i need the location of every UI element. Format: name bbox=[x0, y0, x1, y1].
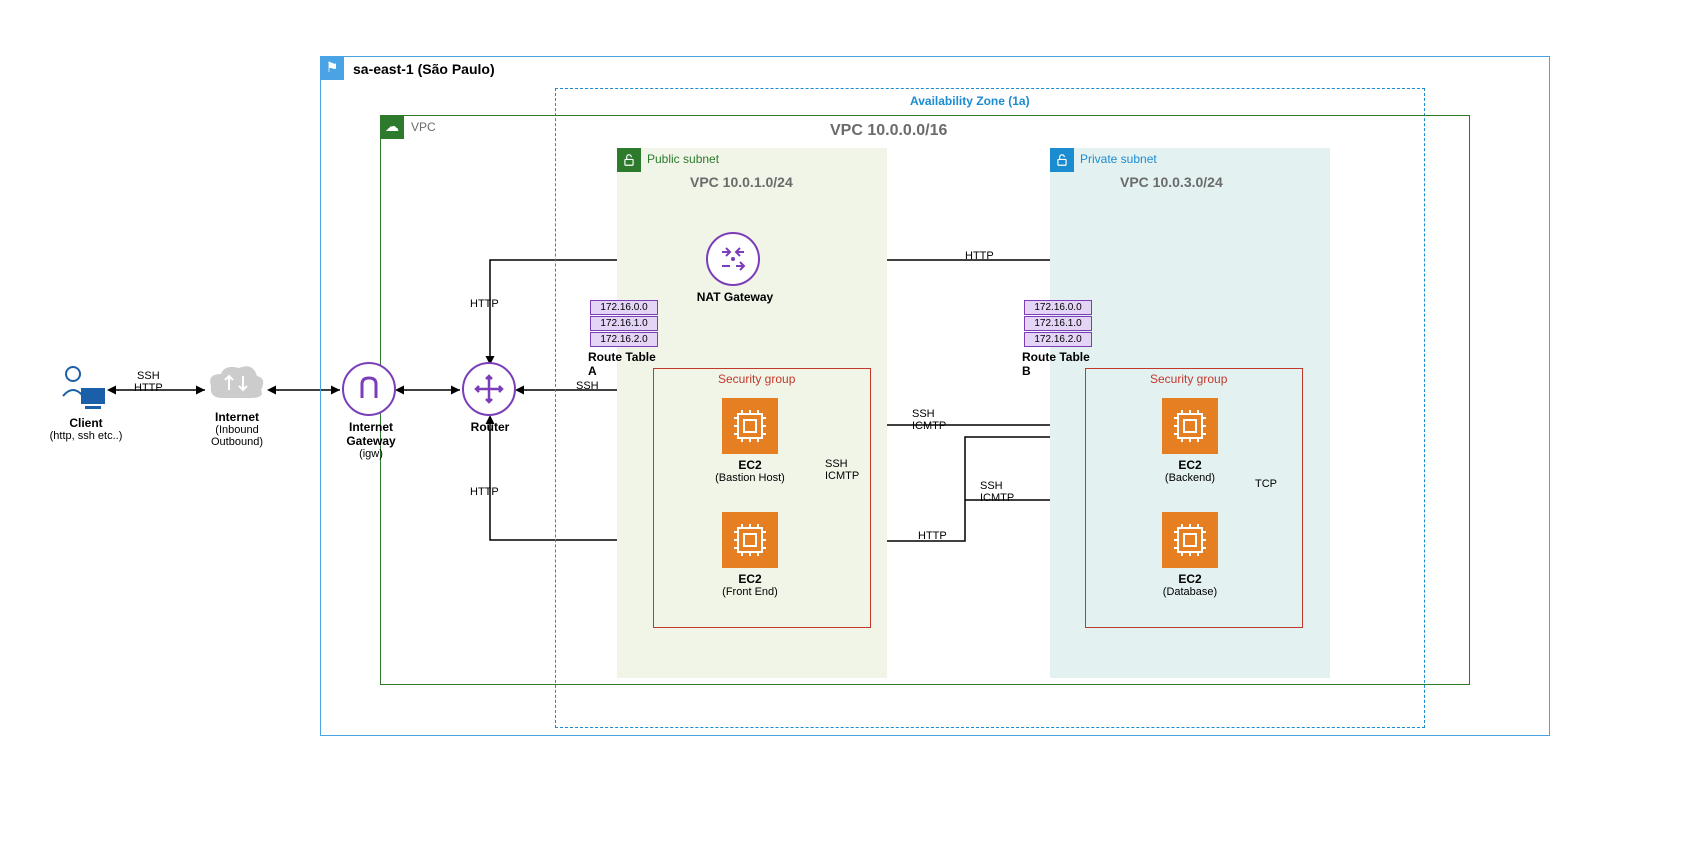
route-table-a: 172.16.0.0 172.16.1.0 172.16.2.0 bbox=[590, 300, 658, 348]
nat-node bbox=[706, 232, 760, 286]
public-sg-label: Security group bbox=[718, 372, 795, 386]
igw-label-3: (igw) bbox=[336, 448, 406, 460]
ec2-icon bbox=[730, 406, 770, 446]
internet-label-3: Outbound) bbox=[202, 436, 272, 448]
edge-http-bot: HTTP bbox=[470, 486, 499, 498]
ec2-backend-l1: EC2 bbox=[1150, 458, 1230, 472]
nat-icon bbox=[716, 242, 750, 276]
nat-label: NAT Gateway bbox=[690, 290, 780, 304]
rt-a-entry-2: 172.16.2.0 bbox=[590, 332, 658, 347]
private-subnet-cidr: VPC 10.0.3.0/24 bbox=[1120, 174, 1223, 190]
ec2-icon bbox=[730, 520, 770, 560]
edge-backend-db: TCP bbox=[1255, 478, 1277, 490]
igw-label-1: Internet bbox=[336, 420, 406, 434]
ec2-database-l2: (Database) bbox=[1140, 586, 1240, 598]
ec2-icon bbox=[1170, 520, 1210, 560]
rt-b-entry-2: 172.16.2.0 bbox=[1024, 332, 1092, 347]
ec2-backend-node bbox=[1162, 398, 1218, 454]
region-title: sa-east-1 (São Paulo) bbox=[353, 61, 495, 77]
az-title: Availability Zone (1a) bbox=[910, 94, 1030, 108]
edge-client-internet: SSH HTTP bbox=[134, 370, 163, 394]
rt-b-entry-0: 172.16.0.0 bbox=[1024, 300, 1092, 315]
internet-node bbox=[205, 360, 267, 413]
ec2-bastion-l2: (Bastion Host) bbox=[700, 472, 800, 484]
public-subnet-lock-icon bbox=[617, 148, 641, 172]
client-node bbox=[55, 360, 109, 419]
rt-a-entry-0: 172.16.0.0 bbox=[590, 300, 658, 315]
client-label-1: Client bbox=[46, 416, 126, 430]
vpc-cidr-title: VPC 10.0.0.0/16 bbox=[830, 122, 947, 140]
rt-b-label: Route Table B bbox=[1022, 350, 1097, 378]
public-subnet-cidr: VPC 10.0.1.0/24 bbox=[690, 174, 793, 190]
public-subnet-label: Public subnet bbox=[647, 152, 719, 166]
router-node bbox=[462, 362, 516, 416]
ec2-bastion-node bbox=[722, 398, 778, 454]
region-flag-icon bbox=[320, 56, 344, 80]
edge-http-top: HTTP bbox=[470, 298, 499, 310]
rt-b-entry-1: 172.16.1.0 bbox=[1024, 316, 1092, 331]
ec2-backend-l2: (Backend) bbox=[1140, 472, 1240, 484]
vpc-cloud-icon bbox=[380, 115, 404, 139]
client-icon bbox=[55, 360, 109, 414]
ec2-database-node bbox=[1162, 512, 1218, 568]
ec2-icon bbox=[1170, 406, 1210, 446]
rt-a-entry-1: 172.16.1.0 bbox=[590, 316, 658, 331]
ec2-bastion-l1: EC2 bbox=[710, 458, 790, 472]
private-subnet-lock-icon bbox=[1050, 148, 1074, 172]
edge-frontend-backend: HTTP bbox=[918, 530, 947, 542]
igw-icon bbox=[354, 374, 384, 404]
ec2-frontend-l2: (Front End) bbox=[700, 586, 800, 598]
edge-frontend-backend-ssh: SSH ICMTP bbox=[980, 480, 1014, 504]
internet-cloud-icon bbox=[205, 360, 267, 408]
ec2-frontend-l1: EC2 bbox=[710, 572, 790, 586]
edge-ssh: SSH bbox=[576, 380, 599, 392]
edge-bastion-frontend: SSH ICMTP bbox=[825, 458, 859, 482]
vpc-label: VPC bbox=[411, 120, 436, 134]
internet-label-2: (Inbound bbox=[202, 424, 272, 436]
edge-bastion-backend: SSH ICMTP bbox=[912, 408, 946, 432]
private-subnet-label: Private subnet bbox=[1080, 152, 1157, 166]
private-sg-label: Security group bbox=[1150, 372, 1227, 386]
internet-label-1: Internet bbox=[202, 410, 272, 424]
router-label: Router bbox=[460, 420, 520, 434]
ec2-database-l1: EC2 bbox=[1150, 572, 1230, 586]
router-icon bbox=[472, 372, 506, 406]
igw-node bbox=[342, 362, 396, 416]
ec2-frontend-node bbox=[722, 512, 778, 568]
igw-label-2: Gateway bbox=[336, 434, 406, 448]
edge-nat-backend: HTTP bbox=[965, 250, 994, 262]
route-table-b: 172.16.0.0 172.16.1.0 172.16.2.0 bbox=[1024, 300, 1092, 348]
client-label-2: (http, ssh etc..) bbox=[36, 430, 136, 442]
rt-a-label: Route Table A bbox=[588, 350, 663, 378]
